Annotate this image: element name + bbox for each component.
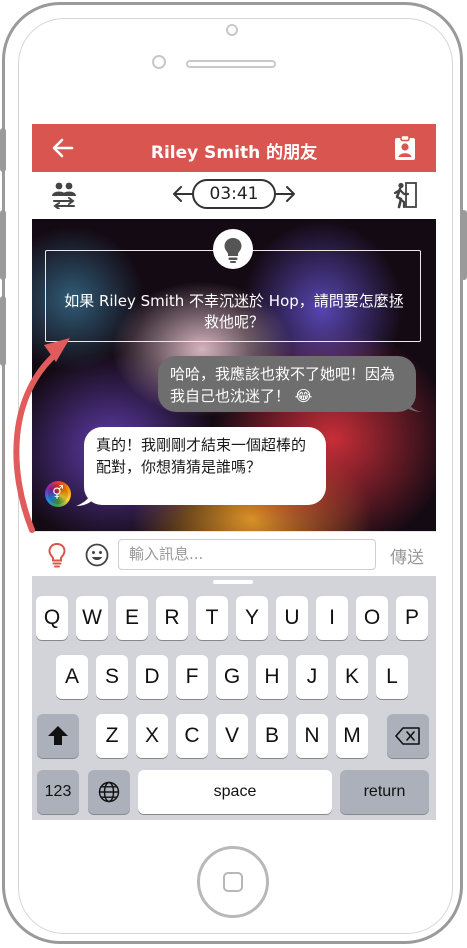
globe-key[interactable] <box>88 770 130 814</box>
message-input[interactable]: 輸入訊息... <box>118 539 376 570</box>
send-button[interactable]: 傳送 <box>390 543 424 568</box>
key-v[interactable]: V <box>216 714 248 758</box>
swap-users-icon[interactable] <box>50 181 78 209</box>
key-x[interactable]: X <box>136 714 168 758</box>
key-n[interactable]: N <box>296 714 328 758</box>
chat-timer: 03:41 <box>172 178 296 212</box>
bubble-tail-right <box>404 397 422 412</box>
volume-up-button <box>0 210 6 280</box>
mute-switch <box>0 128 6 172</box>
key-a[interactable]: A <box>56 655 88 699</box>
leave-chat-icon[interactable] <box>392 181 418 209</box>
key-z[interactable]: Z <box>96 714 128 758</box>
message-incoming[interactable]: 真的！我剛剛才結束一個超棒的配對，你想猜猜是誰嗎？ <box>84 427 326 505</box>
avatar[interactable]: ⚥ <box>45 481 71 507</box>
key-j[interactable]: J <box>296 655 328 699</box>
onscreen-keyboard: QWERTYUIOP ASDFGHJKL ZXCVBNM 123 space r… <box>32 576 436 820</box>
space-key[interactable]: space <box>138 770 332 814</box>
key-i[interactable]: I <box>316 596 348 640</box>
key-l[interactable]: L <box>376 655 408 699</box>
key-k[interactable]: K <box>336 655 368 699</box>
lightbulb-icon <box>213 229 253 269</box>
return-key[interactable]: return <box>340 770 429 814</box>
volume-down-button <box>0 296 6 366</box>
globe-icon <box>98 781 120 803</box>
chat-area[interactable]: 如果 Riley Smith 不幸沉迷於 Hop，請問要怎麼拯救他呢？ 哈哈，我… <box>32 219 436 531</box>
front-camera <box>152 55 166 69</box>
power-button <box>461 210 467 280</box>
key-s[interactable]: S <box>96 655 128 699</box>
avatar-gender-icon: ⚥ <box>48 484 68 504</box>
chat-title: Riley Smith 的朋友 <box>150 143 318 163</box>
chat-toolbar: 03:41 <box>32 172 436 219</box>
icebreaker-bulb-icon[interactable] <box>47 542 67 568</box>
keyboard-handle <box>213 580 253 584</box>
icebreaker-text: 如果 Riley Smith 不幸沉迷於 Hop，請問要怎麼拯救他呢？ <box>64 292 404 331</box>
home-button-square <box>223 872 243 892</box>
message-input-bar: 輸入訊息... 傳送 <box>32 531 436 577</box>
home-button[interactable] <box>197 846 269 918</box>
key-h[interactable]: H <box>256 655 288 699</box>
key-w[interactable]: W <box>76 596 108 640</box>
key-t[interactable]: T <box>196 596 228 640</box>
shift-arrow-icon <box>48 726 68 745</box>
numbers-key[interactable]: 123 <box>37 770 79 814</box>
app-header: Riley Smith 的朋友 <box>32 124 436 172</box>
message-outgoing[interactable]: 哈哈，我應該也救不了她吧！因為我自己也沈迷了！ 😂 <box>158 356 416 412</box>
bubble-tail-left <box>76 489 94 506</box>
key-q[interactable]: Q <box>36 596 68 640</box>
key-m[interactable]: M <box>336 714 368 758</box>
backspace-icon <box>395 727 420 745</box>
emoji-icon[interactable] <box>85 543 109 567</box>
key-b[interactable]: B <box>256 714 288 758</box>
key-y[interactable]: Y <box>236 596 268 640</box>
key-d[interactable]: D <box>136 655 168 699</box>
key-o[interactable]: O <box>356 596 388 640</box>
key-e[interactable]: E <box>116 596 148 640</box>
key-g[interactable]: G <box>216 655 248 699</box>
shift-key[interactable] <box>37 714 79 758</box>
timer-value: 03:41 <box>192 179 276 209</box>
key-c[interactable]: C <box>176 714 208 758</box>
front-sensor <box>226 24 238 36</box>
backspace-key[interactable] <box>387 714 429 758</box>
key-r[interactable]: R <box>156 596 188 640</box>
key-f[interactable]: F <box>176 655 208 699</box>
profile-card-icon[interactable] <box>394 135 416 161</box>
key-p[interactable]: P <box>396 596 428 640</box>
app-screen: Riley Smith 的朋友 03:41 如果 Riley Smith 不幸沉… <box>32 124 436 820</box>
earpiece-speaker <box>186 60 276 68</box>
key-u[interactable]: U <box>276 596 308 640</box>
